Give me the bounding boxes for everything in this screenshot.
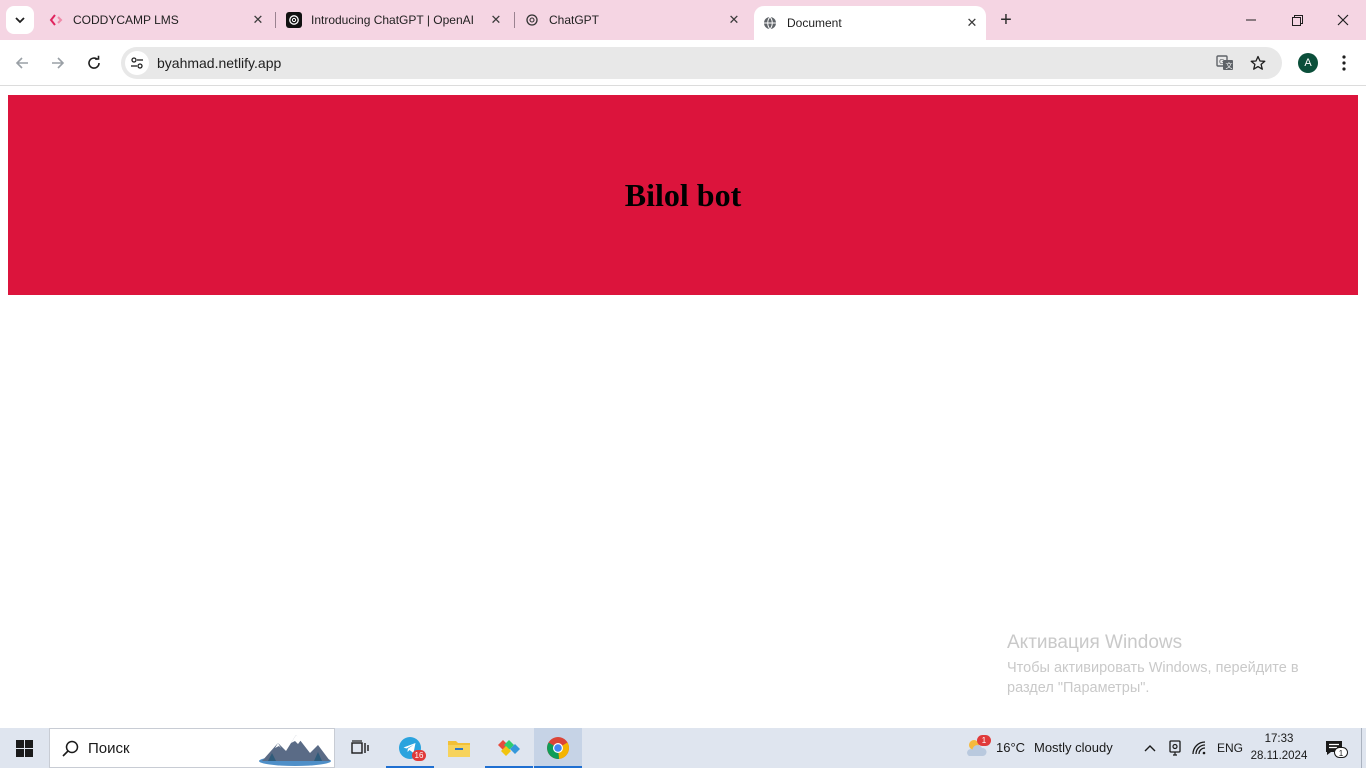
- taskbar-chrome[interactable]: [534, 728, 582, 768]
- more-vertical-icon: [1342, 55, 1346, 71]
- tab-document[interactable]: Document ✕: [754, 6, 986, 40]
- close-tab-icon[interactable]: ✕: [962, 13, 982, 33]
- translate-icon: G文: [1216, 55, 1233, 70]
- app-diamonds-icon: [498, 740, 520, 756]
- task-view-button[interactable]: [336, 728, 384, 768]
- chrome-icon: [547, 737, 569, 759]
- bookmark-button[interactable]: [1248, 53, 1268, 73]
- close-tab-icon[interactable]: ✕: [486, 10, 506, 30]
- hero-banner: Bilol bot: [8, 95, 1358, 295]
- tab-separator: [275, 12, 276, 28]
- chatgpt-favicon-icon: [524, 12, 540, 28]
- address-bar[interactable]: byahmad.netlify.app G文: [121, 47, 1282, 79]
- weather-condition[interactable]: Mostly cloudy: [1034, 740, 1113, 755]
- svg-text:G: G: [1219, 58, 1224, 66]
- telegram-unread-badge: 16: [412, 750, 426, 761]
- tab-title: Document: [787, 16, 842, 30]
- tab-separator: [514, 12, 515, 28]
- tab-chatgpt[interactable]: ChatGPT ✕: [516, 6, 748, 34]
- show-desktop-button[interactable]: [1361, 728, 1366, 768]
- url-text[interactable]: byahmad.netlify.app: [157, 55, 281, 71]
- browser-toolbar: byahmad.netlify.app G文 A: [0, 40, 1366, 86]
- arrow-left-icon: [15, 57, 28, 69]
- minimize-icon: [1246, 19, 1256, 21]
- start-button[interactable]: [0, 728, 48, 768]
- minimize-button[interactable]: [1228, 0, 1274, 40]
- close-tab-icon[interactable]: ✕: [724, 10, 744, 30]
- tab-title: ChatGPT: [549, 13, 600, 27]
- search-highlight-mountains-icon: [259, 735, 331, 766]
- new-tab-button[interactable]: +: [994, 8, 1018, 32]
- watermark-title: Активация Windows: [1007, 632, 1183, 653]
- tab-title: CODDYCAMP LMS: [73, 13, 179, 27]
- weather-widget-icon[interactable]: 1: [964, 735, 991, 760]
- show-hidden-icons-button[interactable]: [1140, 738, 1160, 758]
- notification-count-badge: 1: [1334, 747, 1348, 758]
- openai-favicon-icon: [286, 12, 302, 28]
- tab-title: Introducing ChatGPT | OpenAI: [311, 13, 474, 27]
- windows-activation-watermark: Активация Windows Чтобы активировать Win…: [1007, 632, 1327, 698]
- taskbar-app-diamonds[interactable]: [485, 728, 533, 768]
- back-button[interactable]: [8, 49, 36, 77]
- star-icon: [1250, 55, 1266, 70]
- reload-button[interactable]: [80, 49, 108, 77]
- svg-text:文: 文: [1226, 61, 1233, 70]
- tray-device-button[interactable]: [1165, 738, 1185, 758]
- weather-alert-badge: 1: [977, 735, 991, 746]
- action-center-button[interactable]: 1: [1322, 737, 1348, 759]
- browser-menu-button[interactable]: [1332, 51, 1356, 75]
- close-icon: [1337, 14, 1349, 26]
- clock-date: 28.11.2024: [1250, 750, 1308, 762]
- tab-strip: CODDYCAMP LMS ✕ Introducing ChatGPT | Op…: [0, 0, 1366, 40]
- reload-icon: [88, 55, 100, 69]
- taskbar-search-placeholder: Поиск: [88, 740, 130, 757]
- chevron-down-icon: [15, 17, 25, 24]
- language-indicator[interactable]: ENG: [1217, 741, 1243, 755]
- profile-avatar[interactable]: A: [1298, 53, 1318, 73]
- task-view-icon: [351, 740, 369, 754]
- network-button[interactable]: [1190, 738, 1210, 758]
- folder-icon: [448, 741, 470, 757]
- clock-time: 17:33: [1264, 733, 1294, 745]
- tab-introducing-chatgpt[interactable]: Introducing ChatGPT | OpenAI ✕: [278, 6, 510, 34]
- page-heading: Bilol bot: [624, 176, 742, 213]
- page-viewport: Bilol bot Активация Windows Чтобы активи…: [0, 87, 1366, 728]
- taskbar-clock[interactable]: 17:33 28.11.2024: [1246, 731, 1312, 765]
- tab-search-button[interactable]: [6, 6, 34, 34]
- tab-coddycamp[interactable]: CODDYCAMP LMS ✕: [40, 6, 272, 34]
- search-icon: [62, 740, 79, 757]
- chevron-up-icon: [1144, 745, 1156, 752]
- close-window-button[interactable]: [1320, 0, 1366, 40]
- taskbar-file-explorer[interactable]: [435, 728, 483, 768]
- site-info-button[interactable]: [125, 51, 149, 75]
- translate-button[interactable]: G文: [1215, 53, 1235, 73]
- arrow-right-icon: [52, 57, 65, 69]
- coddycamp-favicon-icon: [48, 12, 64, 28]
- tune-icon: [131, 57, 143, 69]
- windows-logo-icon: [15, 739, 33, 757]
- windows-taskbar: Поиск 16 1 16°C Mostly cloudy ENG 17:33 …: [0, 728, 1366, 768]
- taskbar-telegram[interactable]: 16: [386, 728, 434, 768]
- browser-window: CODDYCAMP LMS ✕ Introducing ChatGPT | Op…: [0, 0, 1366, 768]
- taskbar-search-box[interactable]: Поиск: [49, 728, 335, 768]
- device-icon: [1169, 740, 1181, 756]
- globe-favicon-icon: [762, 15, 778, 31]
- close-tab-icon[interactable]: ✕: [248, 10, 268, 30]
- watermark-text: Чтобы активировать Windows, перейдите в …: [1007, 660, 1299, 696]
- restore-icon: [1291, 14, 1303, 26]
- weather-temperature[interactable]: 16°C: [996, 740, 1025, 755]
- forward-button[interactable]: [44, 49, 72, 77]
- wifi-icon: [1192, 741, 1206, 755]
- restore-button[interactable]: [1274, 0, 1320, 40]
